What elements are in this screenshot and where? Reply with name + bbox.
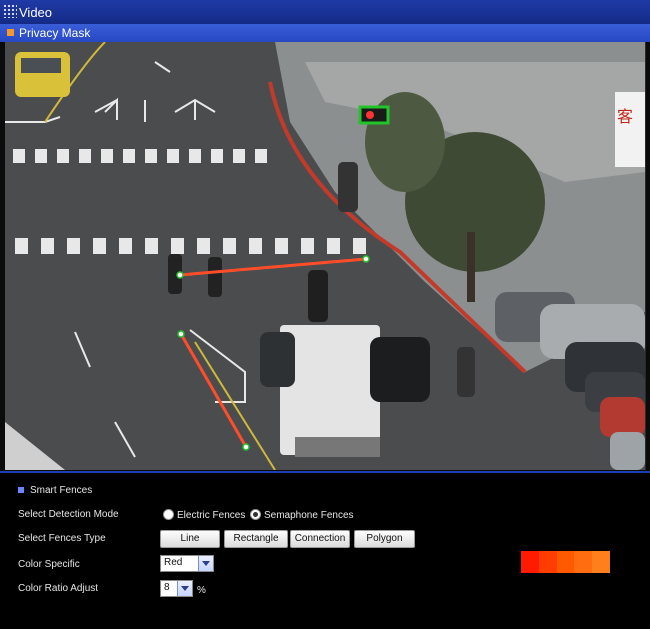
fence-handle[interactable] bbox=[177, 330, 185, 338]
line-button[interactable]: Line bbox=[160, 530, 220, 548]
percent-unit: % bbox=[197, 585, 206, 596]
semaphone-fences-radio[interactable] bbox=[250, 509, 261, 520]
fence-handle[interactable] bbox=[242, 443, 250, 451]
chevron-down-icon bbox=[198, 556, 213, 571]
chevron-down-icon bbox=[177, 581, 192, 596]
fences-type-label: Select Fences Type bbox=[18, 533, 106, 544]
section-bullet-icon bbox=[7, 29, 14, 36]
svg-text:客: 客 bbox=[617, 107, 633, 126]
polygon-button[interactable]: Polygon bbox=[354, 530, 415, 548]
video-scene: 客 bbox=[5, 42, 645, 470]
semaphone-fences-label: Semaphone Fences bbox=[264, 510, 354, 521]
color-ratio-select[interactable]: 8 bbox=[160, 580, 193, 597]
fence-handle[interactable] bbox=[176, 271, 184, 279]
color-specific-select[interactable]: Red bbox=[160, 555, 214, 572]
connection-button[interactable]: Connection bbox=[290, 530, 350, 548]
rectangle-button[interactable]: Rectangle bbox=[224, 530, 288, 548]
camera-video-feed[interactable]: 客 bbox=[5, 42, 646, 470]
grid-icon bbox=[3, 4, 17, 18]
fence-handle[interactable] bbox=[362, 255, 370, 263]
smart-fences-panel: Smart Fences Select Detection Mode Elect… bbox=[0, 471, 650, 629]
privacy-mask-title: Privacy Mask bbox=[19, 26, 91, 40]
color-preview-swatch bbox=[521, 551, 610, 573]
window-titlebar: Video bbox=[0, 0, 650, 24]
color-specific-label: Color Specific bbox=[18, 559, 80, 570]
electric-fences-label: Electric Fences bbox=[177, 510, 246, 521]
color-ratio-label: Color Ratio Adjust bbox=[18, 583, 99, 594]
smart-fences-header: Smart Fences bbox=[18, 485, 92, 496]
section-bullet-icon bbox=[18, 487, 24, 494]
window-title: Video bbox=[19, 5, 53, 20]
privacy-mask-header[interactable]: Privacy Mask bbox=[0, 24, 650, 42]
detection-mode-label: Select Detection Mode bbox=[18, 509, 119, 520]
electric-fences-radio[interactable] bbox=[163, 509, 174, 520]
